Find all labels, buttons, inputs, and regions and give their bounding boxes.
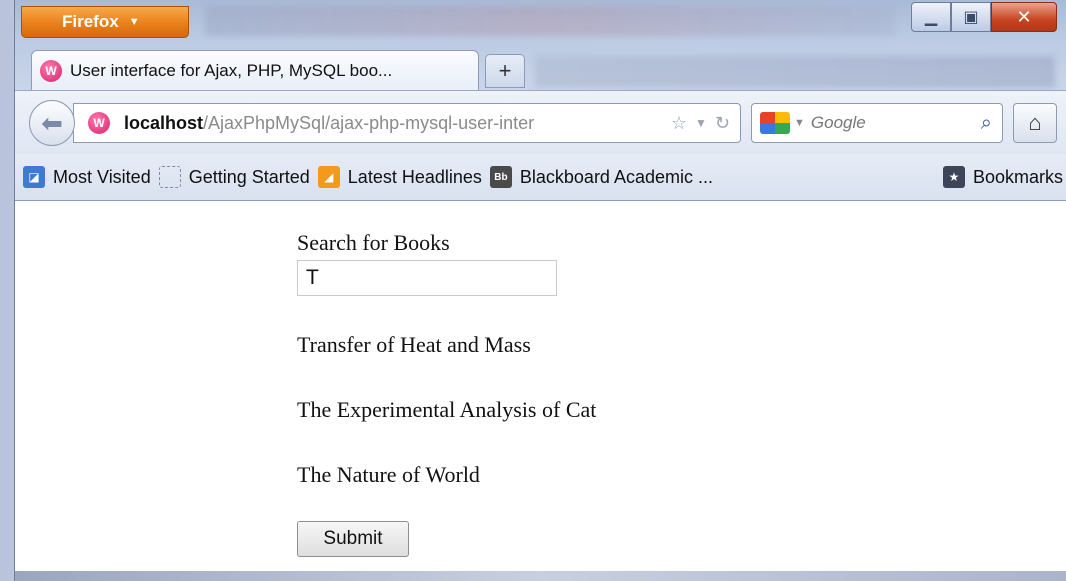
window-bottom-edge bbox=[15, 571, 1066, 581]
bookmark-blackboard[interactable]: Bb Blackboard Academic ... bbox=[489, 166, 713, 188]
close-button[interactable]: ✕ bbox=[991, 2, 1057, 32]
getting-started-icon bbox=[158, 166, 181, 188]
bookmarks-toolbar: ◪ Most Visited Getting Started ◢ Latest … bbox=[15, 154, 1066, 201]
page-content: Search for Books Transfer of Heat and Ma… bbox=[15, 201, 1066, 571]
most-visited-icon: ◪ bbox=[23, 166, 45, 188]
address-bar[interactable]: W localhost /AjaxPhpMySql/ajax-php-mysql… bbox=[73, 103, 741, 143]
search-engine-dropdown-icon[interactable]: ▼ bbox=[794, 117, 805, 129]
url-path: /AjaxPhpMySql/ajax-php-mysql-user-inter bbox=[203, 112, 535, 133]
search-result-item: The Nature of World bbox=[297, 462, 480, 487]
bookmark-getting-started[interactable]: Getting Started bbox=[158, 166, 310, 188]
search-result-item: Transfer of Heat and Mass bbox=[297, 332, 531, 357]
back-button[interactable]: ⬅ bbox=[29, 100, 75, 146]
maximize-button[interactable]: ▣ bbox=[951, 2, 991, 32]
new-tab-button[interactable]: + bbox=[485, 54, 525, 88]
bookmark-label: Latest Headlines bbox=[347, 166, 482, 187]
url-actions: ☆ ▼ ↻ bbox=[671, 113, 740, 134]
plus-icon: + bbox=[498, 58, 512, 83]
reload-icon[interactable]: ↻ bbox=[715, 113, 730, 134]
bookmark-most-visited[interactable]: ◪ Most Visited bbox=[23, 166, 151, 188]
firefox-menu-button[interactable]: Firefox ▼ bbox=[21, 6, 189, 38]
bookmarks-menu-label: Bookmarks bbox=[972, 166, 1063, 187]
minimize-icon: ▁ bbox=[924, 9, 938, 26]
chevron-down-icon: ▼ bbox=[128, 16, 140, 28]
blackboard-icon: Bb bbox=[489, 166, 512, 188]
site-favicon-icon: W bbox=[40, 59, 62, 82]
url-host: localhost bbox=[124, 112, 204, 133]
bookmark-label: Getting Started bbox=[188, 166, 310, 187]
tabstrip-background bbox=[535, 56, 1055, 88]
tab-title: User interface for Ajax, PHP, MySQL boo.… bbox=[70, 60, 393, 80]
browser-window: Firefox ▼ ▁ ▣ ✕ W User interface for Aja… bbox=[14, 0, 1066, 581]
close-icon: ✕ bbox=[1016, 6, 1032, 27]
back-arrow-icon: ⬅ bbox=[41, 107, 63, 138]
google-search-engine-icon[interactable] bbox=[760, 112, 790, 134]
home-icon: ⌂ bbox=[1028, 110, 1042, 135]
bookmark-label: Most Visited bbox=[53, 166, 151, 187]
window-controls: ▁ ▣ ✕ bbox=[911, 2, 1057, 32]
rss-feed-icon: ◢ bbox=[317, 166, 340, 188]
navigation-toolbar: W localhost /AjaxPhpMySql/ajax-php-mysql… bbox=[15, 90, 1066, 155]
bookmarks-menu-button[interactable]: ★ Bookmarks bbox=[942, 166, 1063, 188]
search-icon[interactable]: ⌕ bbox=[981, 112, 1002, 135]
bookmarks-star-icon: ★ bbox=[942, 166, 965, 188]
minimize-button[interactable]: ▁ bbox=[911, 2, 951, 32]
bookmark-label: Blackboard Academic ... bbox=[519, 166, 713, 187]
firefox-menu-label: Firefox bbox=[62, 12, 119, 31]
site-identity-icon[interactable]: W bbox=[88, 112, 110, 134]
book-search-input[interactable] bbox=[297, 260, 557, 296]
history-dropdown-icon[interactable]: ▼ bbox=[695, 116, 707, 130]
search-bar[interactable]: ▼ Google ⌕ bbox=[751, 103, 1003, 143]
submit-button[interactable]: Submit bbox=[297, 521, 409, 557]
home-button[interactable]: ⌂ bbox=[1013, 103, 1057, 143]
title-bar bbox=[205, 6, 895, 36]
search-result-item: The Experimental Analysis of Cat bbox=[297, 397, 597, 422]
search-label: Search for Books bbox=[297, 230, 450, 255]
bookmark-star-icon[interactable]: ☆ bbox=[671, 113, 687, 134]
maximize-icon: ▣ bbox=[963, 9, 979, 26]
tab-active[interactable]: W User interface for Ajax, PHP, MySQL bo… bbox=[31, 50, 479, 90]
search-engine-placeholder: Google bbox=[810, 113, 866, 132]
bookmark-latest-headlines[interactable]: ◢ Latest Headlines bbox=[317, 166, 482, 188]
